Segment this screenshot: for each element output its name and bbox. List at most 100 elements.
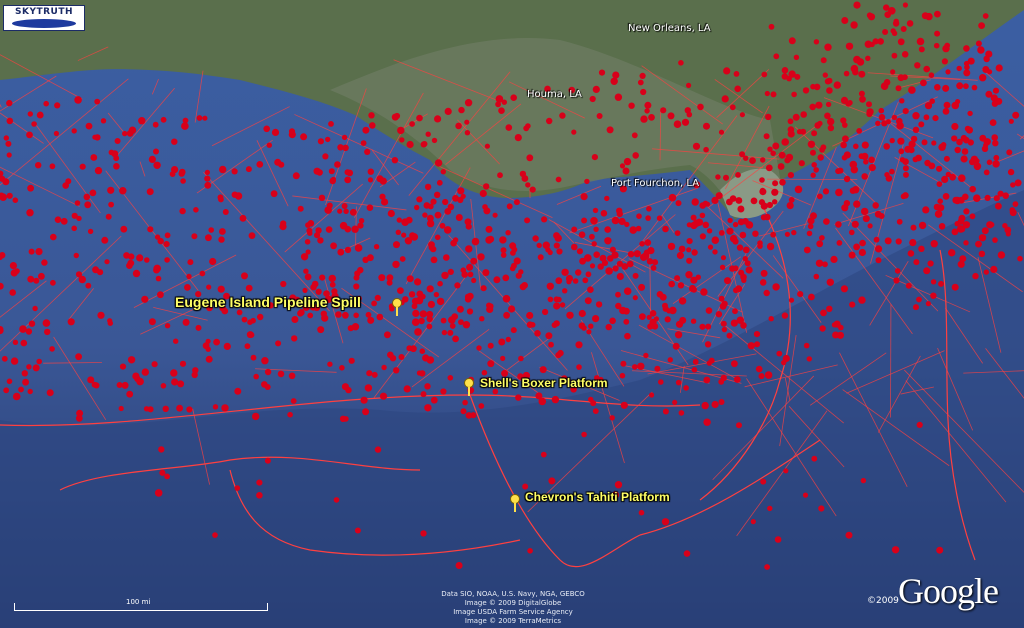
incident-marker[interactable] bbox=[128, 126, 137, 134]
incident-marker[interactable] bbox=[845, 531, 853, 539]
incident-marker[interactable] bbox=[779, 179, 786, 186]
incident-marker[interactable] bbox=[885, 175, 893, 182]
incident-marker[interactable] bbox=[723, 174, 729, 181]
incident-marker[interactable] bbox=[164, 473, 171, 480]
incident-marker[interactable] bbox=[551, 322, 558, 328]
incident-marker[interactable] bbox=[943, 155, 950, 162]
incident-marker[interactable] bbox=[668, 280, 675, 288]
incident-marker[interactable] bbox=[353, 312, 360, 319]
incident-marker[interactable] bbox=[440, 317, 447, 324]
incident-marker[interactable] bbox=[787, 172, 795, 179]
incident-marker[interactable] bbox=[774, 536, 782, 543]
incident-marker[interactable] bbox=[969, 185, 976, 193]
incident-marker[interactable] bbox=[173, 338, 179, 344]
incident-marker[interactable] bbox=[910, 224, 917, 231]
incident-marker[interactable] bbox=[298, 309, 305, 316]
incident-marker[interactable] bbox=[241, 316, 248, 323]
incident-marker[interactable] bbox=[735, 172, 741, 178]
incident-marker[interactable] bbox=[209, 257, 217, 266]
incident-marker[interactable] bbox=[849, 187, 857, 194]
incident-marker[interactable] bbox=[770, 91, 777, 98]
incident-marker[interactable] bbox=[641, 252, 650, 260]
incident-marker[interactable] bbox=[327, 361, 333, 367]
incident-marker[interactable] bbox=[158, 446, 165, 453]
incident-marker[interactable] bbox=[811, 455, 818, 462]
incident-marker[interactable] bbox=[402, 296, 409, 303]
incident-marker[interactable] bbox=[647, 247, 655, 255]
incident-marker[interactable] bbox=[985, 50, 993, 58]
incident-marker[interactable] bbox=[26, 131, 33, 139]
incident-marker[interactable] bbox=[731, 360, 738, 368]
incident-marker[interactable] bbox=[119, 363, 127, 370]
incident-marker[interactable] bbox=[975, 240, 982, 248]
incident-marker[interactable] bbox=[807, 223, 814, 230]
incident-marker[interactable] bbox=[204, 181, 212, 189]
incident-marker[interactable] bbox=[699, 323, 706, 330]
incident-marker[interactable] bbox=[502, 274, 510, 282]
incident-marker[interactable] bbox=[588, 323, 594, 329]
incident-marker[interactable] bbox=[591, 154, 599, 161]
incident-marker[interactable] bbox=[982, 13, 989, 19]
incident-marker[interactable] bbox=[686, 238, 693, 245]
incident-marker[interactable] bbox=[638, 283, 646, 291]
incident-marker[interactable] bbox=[324, 206, 333, 214]
incident-marker[interactable] bbox=[875, 257, 882, 264]
incident-marker[interactable] bbox=[60, 217, 68, 225]
incident-marker[interactable] bbox=[1017, 255, 1023, 262]
incident-marker[interactable] bbox=[695, 274, 701, 280]
incident-marker[interactable] bbox=[330, 242, 337, 250]
incident-marker[interactable] bbox=[485, 236, 493, 244]
incident-marker[interactable] bbox=[729, 265, 736, 272]
incident-marker[interactable] bbox=[734, 85, 741, 93]
incident-marker[interactable] bbox=[43, 100, 49, 107]
incident-marker[interactable] bbox=[506, 203, 513, 210]
incident-marker[interactable] bbox=[744, 260, 751, 267]
incident-marker[interactable] bbox=[645, 215, 651, 221]
incident-marker[interactable] bbox=[9, 262, 17, 270]
incident-marker[interactable] bbox=[590, 217, 598, 225]
incident-marker[interactable] bbox=[837, 167, 844, 174]
incident-marker[interactable] bbox=[729, 234, 738, 243]
incident-marker[interactable] bbox=[793, 54, 800, 60]
incident-marker[interactable] bbox=[678, 245, 686, 253]
incident-marker[interactable] bbox=[164, 257, 170, 263]
incident-marker[interactable] bbox=[444, 208, 452, 215]
incident-marker[interactable] bbox=[807, 140, 816, 148]
incident-marker[interactable] bbox=[537, 254, 544, 261]
incident-marker[interactable] bbox=[938, 143, 946, 151]
incident-marker[interactable] bbox=[555, 176, 562, 183]
incident-marker[interactable] bbox=[836, 331, 845, 339]
incident-marker[interactable] bbox=[6, 152, 12, 158]
incident-marker[interactable] bbox=[442, 198, 449, 206]
incident-marker[interactable] bbox=[802, 492, 809, 498]
incident-marker[interactable] bbox=[596, 113, 603, 119]
incident-marker[interactable] bbox=[540, 451, 547, 458]
incident-marker[interactable] bbox=[750, 519, 756, 525]
incident-marker[interactable] bbox=[699, 202, 706, 209]
incident-marker[interactable] bbox=[920, 79, 927, 87]
incident-marker[interactable] bbox=[422, 212, 428, 218]
incident-marker[interactable] bbox=[458, 319, 464, 325]
incident-marker[interactable] bbox=[788, 297, 795, 303]
incident-marker[interactable] bbox=[934, 84, 941, 91]
incident-marker[interactable] bbox=[937, 198, 943, 204]
incident-marker[interactable] bbox=[691, 249, 698, 256]
incident-marker[interactable] bbox=[464, 130, 471, 136]
incident-marker[interactable] bbox=[292, 172, 300, 180]
incident-marker[interactable] bbox=[485, 225, 493, 233]
incident-marker[interactable] bbox=[951, 283, 959, 291]
incident-marker[interactable] bbox=[28, 320, 36, 327]
incident-marker[interactable] bbox=[186, 273, 192, 280]
incident-marker[interactable] bbox=[205, 338, 211, 344]
incident-marker[interactable] bbox=[318, 194, 326, 201]
incident-marker[interactable] bbox=[483, 183, 490, 190]
incident-marker[interactable] bbox=[256, 479, 263, 486]
incident-marker[interactable] bbox=[760, 157, 766, 163]
incident-marker[interactable] bbox=[843, 70, 850, 77]
incident-marker[interactable] bbox=[637, 362, 645, 370]
incident-marker[interactable] bbox=[317, 326, 325, 334]
incident-marker[interactable] bbox=[918, 121, 925, 128]
incident-marker[interactable] bbox=[73, 252, 80, 259]
incident-marker[interactable] bbox=[339, 221, 348, 230]
incident-marker[interactable] bbox=[484, 143, 490, 149]
